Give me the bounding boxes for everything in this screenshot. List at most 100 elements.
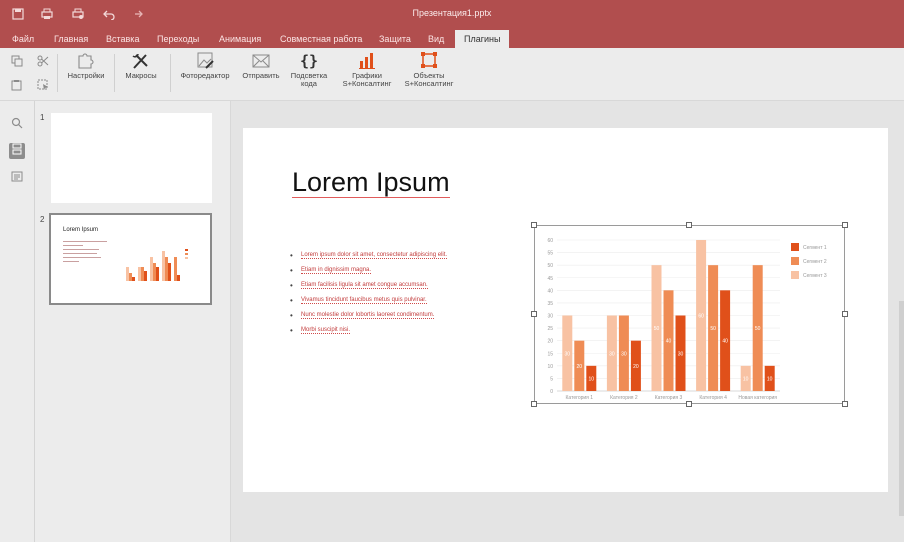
y-tick-label: 15: [547, 351, 553, 357]
thumbnail-text-lines: [63, 241, 107, 262]
bar-chart: 0 5 10 15 20 25 30 35 40 45 50 55 60 30 20 10 Категория …: [547, 238, 827, 401]
y-tick-label: 10: [547, 364, 553, 370]
data-label: 40: [666, 339, 672, 345]
cut-icon[interactable]: [36, 55, 50, 69]
data-label: 10: [767, 376, 773, 382]
send-label: Отправить: [242, 71, 280, 80]
x-tick-label: Категория 2: [610, 395, 638, 401]
slide-thumbnail-2[interactable]: Lorem Ipsum: [49, 213, 212, 305]
resize-handle-se[interactable]: [842, 401, 848, 407]
y-tick-label: 30: [547, 314, 553, 320]
menu-insert[interactable]: Вставка: [106, 34, 139, 44]
data-label: 50: [654, 326, 660, 332]
x-tick-label: Категория 3: [655, 395, 683, 401]
data-label: 30: [565, 351, 571, 357]
bullet-item: Vivamus tincidunt faucibus metus quis pu…: [289, 296, 447, 312]
bullet-text: Nunc molestie dolor lobortis laoreet con…: [301, 312, 435, 319]
data-label: 50: [710, 326, 716, 332]
menu-plugins[interactable]: Плагины: [455, 30, 510, 48]
thumbnail-number: 2: [40, 215, 45, 224]
menu-transitions[interactable]: Переходы: [157, 34, 199, 44]
search-icon[interactable]: [9, 117, 25, 133]
svg-text:{}: {}: [300, 52, 318, 70]
menu-protection[interactable]: Защита: [379, 34, 411, 44]
puzzle-icon: [78, 53, 94, 69]
slide-editor: Lorem Ipsum Lorem ipsum dolor sit amet, …: [231, 101, 904, 542]
left-rail: [0, 101, 35, 542]
legend-swatch: [791, 243, 799, 251]
bullet-item: Morbi suscipit nisi.: [289, 326, 447, 342]
bullet-item: Lorem ipsum dolor sit amet, consectetur …: [289, 251, 448, 267]
chart-frame[interactable]: 0 5 10 15 20 25 30 35 40 45 50 55 60 30 20 10 Категория …: [534, 225, 845, 404]
send-button[interactable]: Отправить: [238, 50, 284, 80]
code-highlight-label: Подсветка кода: [290, 71, 328, 88]
data-label: 20: [577, 364, 583, 370]
resize-handle-sw[interactable]: [531, 401, 537, 407]
comments-icon[interactable]: [9, 171, 25, 187]
y-tick-label: 35: [547, 301, 553, 307]
charts-consulting-button[interactable]: Графики S+Консалтинг: [338, 50, 396, 88]
resize-handle-e[interactable]: [842, 311, 848, 317]
menu-file[interactable]: Файл: [12, 34, 34, 44]
data-label: 20: [633, 364, 639, 370]
braces-icon: {}: [300, 52, 318, 70]
data-label: 40: [722, 339, 728, 345]
copy-icon[interactable]: [10, 55, 24, 69]
slide-title[interactable]: Lorem Ipsum: [292, 167, 450, 198]
resize-handle-ne[interactable]: [842, 222, 848, 228]
y-tick-label: 40: [547, 288, 553, 294]
slide-thumbnails-panel: 1 2 Lorem Ipsum: [35, 101, 231, 542]
legend-label: Сегмент 3: [803, 273, 827, 279]
bullet-list[interactable]: Lorem ipsum dolor sit amet, consectetur …: [289, 251, 448, 342]
resize-handle-w[interactable]: [531, 311, 537, 317]
select-icon[interactable]: [36, 79, 50, 93]
y-tick-label: 45: [547, 276, 553, 282]
thumbnail-chart: [126, 249, 188, 281]
slide-canvas[interactable]: Lorem Ipsum Lorem ipsum dolor sit amet, …: [243, 128, 888, 492]
title-bar: Презентация1.pptx: [0, 0, 904, 30]
macros-label: Макросы: [125, 71, 157, 80]
x-tick-label: Новая категория: [738, 395, 777, 401]
toolbar-separator: [170, 54, 171, 92]
resize-handle-s[interactable]: [686, 401, 692, 407]
settings-label: Настройки: [67, 71, 105, 80]
resize-handle-n[interactable]: [686, 222, 692, 228]
menu-home[interactable]: Главная: [54, 34, 88, 44]
charts-consulting-label: Графики S+Консалтинг: [342, 71, 392, 88]
data-label: 30: [678, 351, 684, 357]
y-tick-label: 5: [550, 376, 553, 382]
paste-icon[interactable]: [10, 79, 24, 93]
legend-label: Сегмент 2: [803, 259, 827, 265]
objects-consulting-button[interactable]: Объекты S+Консалтинг: [398, 50, 460, 88]
data-label: 10: [743, 376, 749, 382]
x-tick-label: Категория 4: [699, 395, 727, 401]
bullet-item: Etiam in dignissim magna.: [289, 266, 447, 282]
vertical-scrollbar[interactable]: [899, 301, 904, 516]
bullet-text: Vivamus tincidunt faucibus metus quis pu…: [301, 297, 427, 304]
resize-handle-nw[interactable]: [531, 222, 537, 228]
bar-chart-icon: [359, 53, 375, 69]
macros-button[interactable]: Макросы: [118, 50, 164, 80]
y-tick-label: 25: [547, 326, 553, 332]
menu-animation[interactable]: Анимация: [219, 34, 261, 44]
menu-view[interactable]: Вид: [428, 34, 444, 44]
y-tick-label: 60: [547, 238, 553, 244]
y-tick-label: 20: [547, 339, 553, 345]
legend-swatch: [791, 271, 799, 279]
slides-icon[interactable]: [9, 143, 25, 159]
y-tick-label: 50: [547, 263, 553, 269]
tools-icon: [132, 53, 148, 69]
data-label: 50: [755, 326, 761, 332]
settings-button[interactable]: Настройки: [62, 50, 110, 80]
code-highlight-button[interactable]: {} Подсветка кода: [286, 50, 332, 88]
toolbar-separator: [57, 54, 58, 92]
document-title: Презентация1.pptx: [412, 8, 492, 18]
data-label: 60: [698, 314, 704, 320]
plugins-toolbar: Настройки Макросы Фоторедактор Отправить…: [0, 48, 904, 101]
envelope-icon: [252, 54, 270, 68]
menu-collaboration[interactable]: Совместная работа: [280, 34, 362, 44]
bullet-text: Lorem ipsum dolor sit amet, consectetur …: [301, 252, 448, 259]
bullet-text: Etiam in dignissim magna.: [301, 267, 372, 274]
slide-thumbnail-1[interactable]: [51, 113, 212, 203]
photo-editor-button[interactable]: Фоторедактор: [175, 50, 235, 80]
